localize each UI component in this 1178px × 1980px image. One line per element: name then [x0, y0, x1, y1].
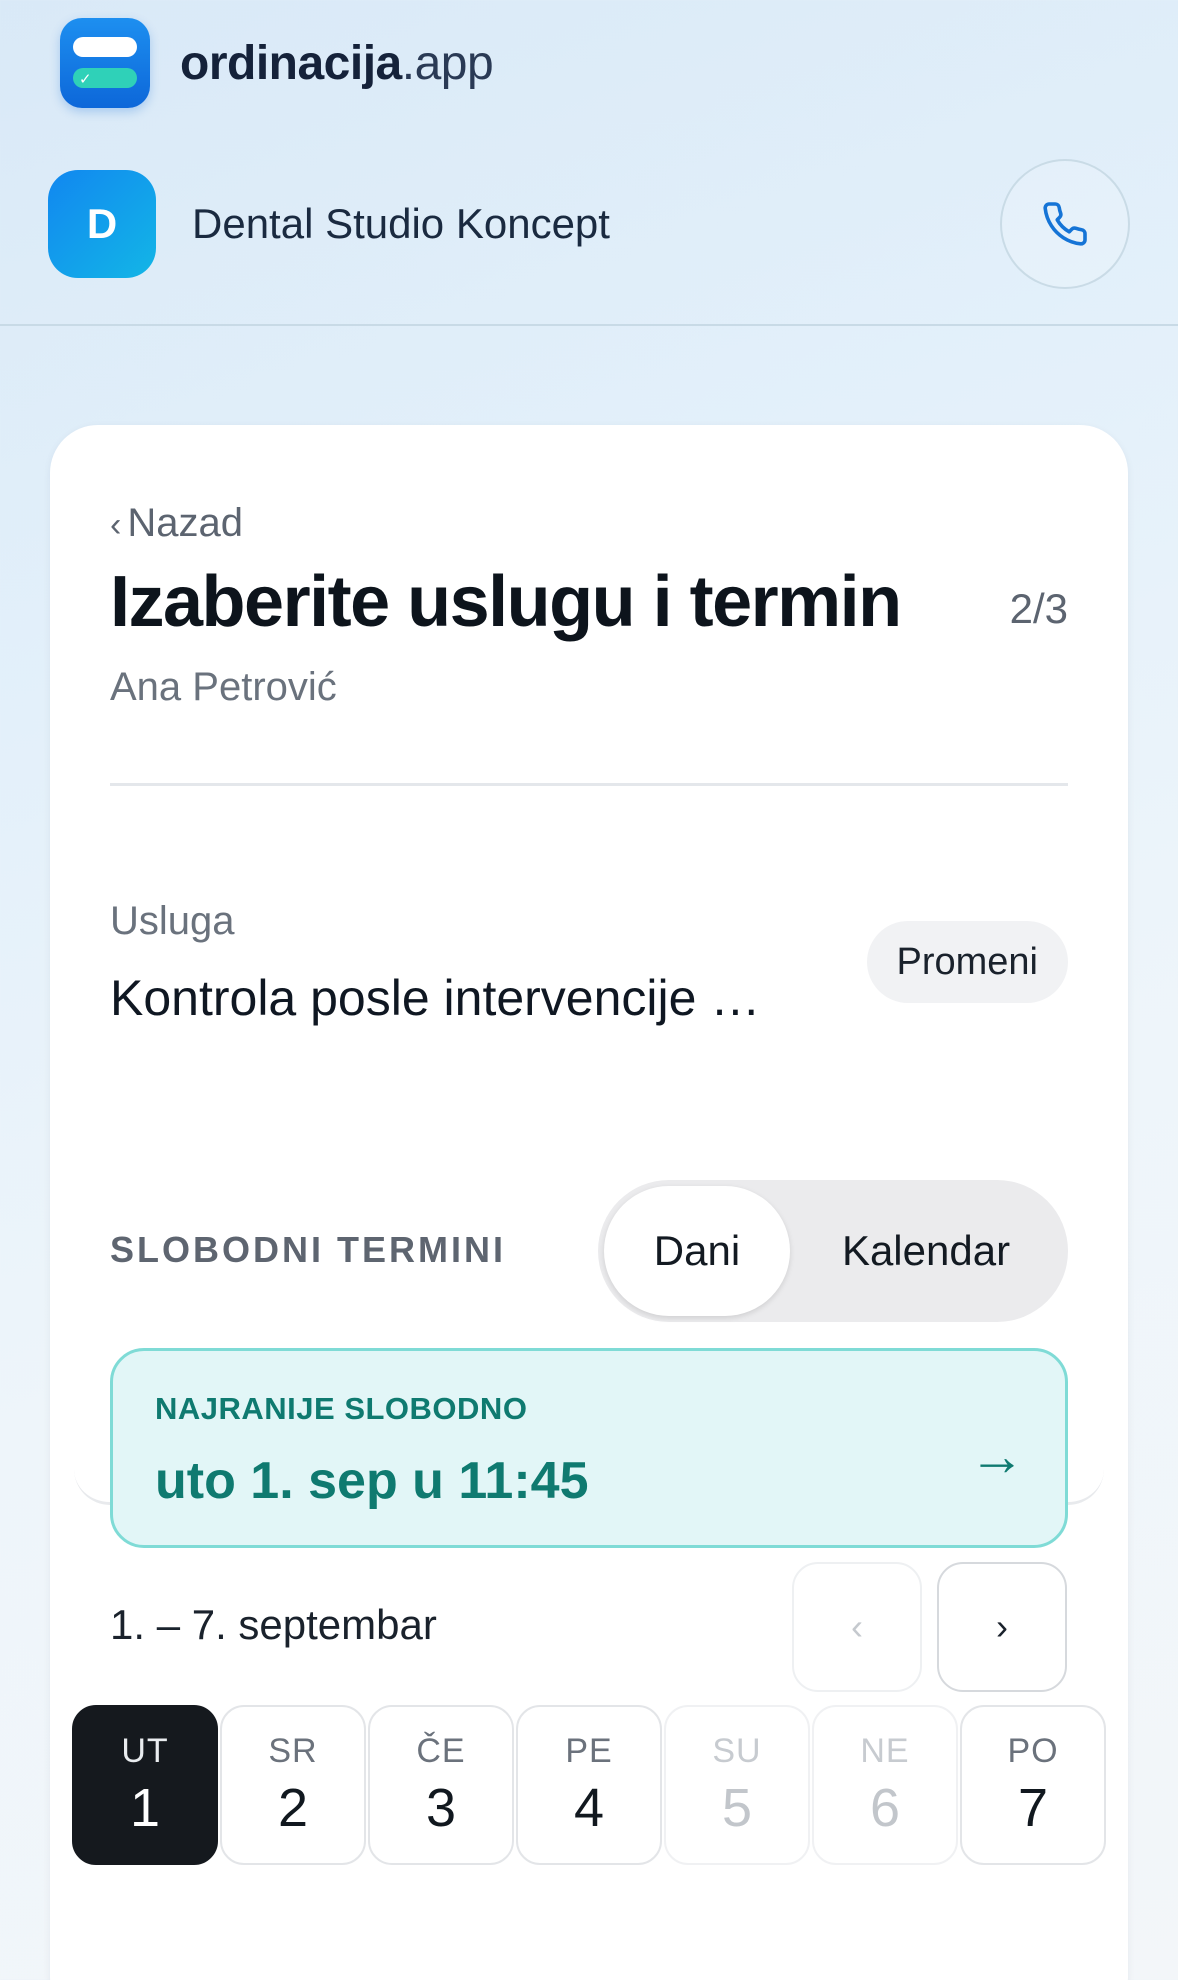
prev-week-button[interactable]: ‹ — [792, 1562, 922, 1692]
phone-icon — [1043, 202, 1087, 246]
next-week-button[interactable]: › — [937, 1562, 1067, 1692]
header-divider — [0, 324, 1178, 326]
free-slots-heading: SLOBODNI TERMINI — [110, 1229, 506, 1270]
day-2[interactable]: SR 2 — [220, 1705, 366, 1865]
day-of-week: NE — [860, 1731, 910, 1770]
chevron-left-icon: ‹ — [110, 506, 122, 544]
day-number: 3 — [425, 1777, 457, 1838]
day-7[interactable]: PO 7 — [960, 1705, 1106, 1865]
booking-card: ‹ Nazad Izaberite uslugu i termin 2/3 Ana… — [50, 425, 1128, 1980]
page-title: Izaberite uslugu i termin — [110, 562, 902, 642]
arrow-right-icon: → — [969, 1424, 1025, 1487]
brand-name: ordinacija.app — [180, 36, 494, 90]
toggle-calendar[interactable]: Kalendar — [790, 1186, 1062, 1316]
day-of-week: SR — [268, 1731, 318, 1770]
service-value: Kontrola posle intervencije … — [110, 970, 761, 1026]
day-3[interactable]: ČE 3 — [368, 1705, 514, 1865]
day-1[interactable]: UT 1 — [72, 1705, 218, 1865]
clinic-avatar: D — [48, 170, 156, 278]
day-of-week: ČE — [416, 1731, 466, 1770]
brand-bar: ✓ ordinacija.app — [60, 18, 494, 108]
clinic-header: D Dental Studio Koncept — [48, 159, 1130, 289]
change-service-button[interactable]: Promeni — [866, 921, 1068, 1003]
day-6[interactable]: NE 6 — [812, 1705, 958, 1865]
day-number: 4 — [573, 1777, 605, 1838]
day-number: 1 — [129, 1777, 161, 1838]
day-number: 2 — [277, 1777, 309, 1838]
service-label: Usluga — [110, 899, 235, 943]
day-of-week: PE — [565, 1731, 613, 1770]
patient-name: Ana Petrović — [110, 665, 337, 709]
call-button[interactable] — [1000, 159, 1130, 289]
step-indicator: 2/3 — [1009, 585, 1068, 632]
day-number: 6 — [869, 1777, 901, 1838]
chevron-right-icon: › — [996, 1606, 1008, 1647]
toggle-days[interactable]: Dani — [604, 1186, 790, 1316]
earliest-slot-label: NAJRANIJE SLOBODNO — [155, 1391, 528, 1426]
day-number: 7 — [1017, 1777, 1049, 1838]
earliest-slot-value: uto 1. sep u 11:45 — [155, 1452, 589, 1510]
day-of-week: PO — [1007, 1731, 1059, 1770]
day-of-week: UT — [121, 1731, 169, 1770]
day-number: 5 — [721, 1777, 753, 1838]
earliest-slot-card[interactable]: NAJRANIJE SLOBODNO uto 1. sep u 11:45 → — [110, 1348, 1068, 1548]
day-picker: UT 1 SR 2 ČE 3 PE 4 SU 5 NE 6 PO 7 — [72, 1705, 1110, 1865]
back-link[interactable]: ‹ Nazad — [110, 501, 243, 546]
clinic-name: Dental Studio Koncept — [192, 200, 610, 247]
day-4[interactable]: PE 4 — [516, 1705, 662, 1865]
app-logo-icon: ✓ — [60, 18, 150, 108]
day-5[interactable]: SU 5 — [664, 1705, 810, 1865]
week-range: 1. – 7. septembar — [110, 1601, 437, 1648]
day-of-week: SU — [712, 1731, 762, 1770]
chevron-left-icon: ‹ — [851, 1606, 863, 1647]
view-toggle: Dani Kalendar — [598, 1180, 1068, 1322]
section-divider — [110, 783, 1068, 786]
